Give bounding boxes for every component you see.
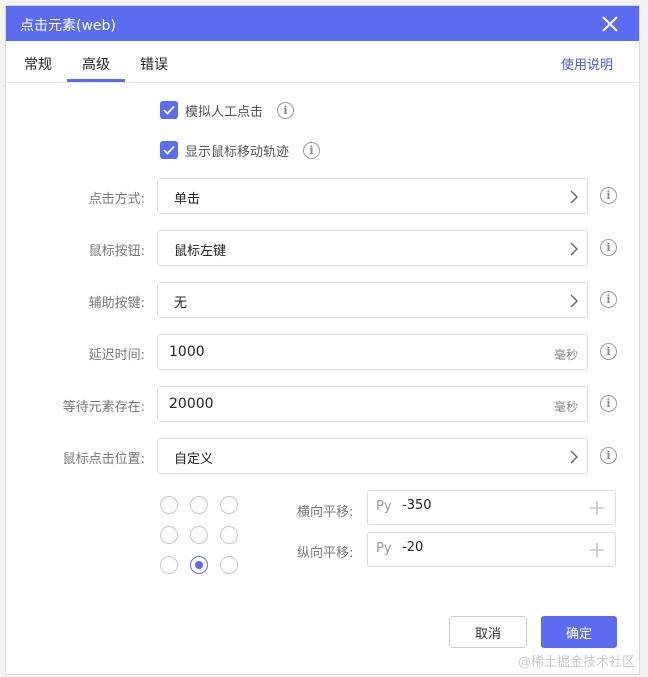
plus-icon[interactable]: [589, 542, 605, 558]
show-mouse-trail-row: 显示鼠标移动轨迹 i: [160, 140, 321, 160]
simulate-human-click-label: 模拟人工点击: [185, 104, 264, 120]
active-tab-indicator: [67, 79, 125, 82]
click-mode-value: 单击: [174, 192, 201, 207]
position-radio-top-right[interactable]: [220, 496, 238, 514]
info-icon[interactable]: i: [600, 187, 617, 204]
dialog-title: 点击元素(web): [20, 18, 116, 34]
ok-button[interactable]: 确定: [541, 616, 617, 648]
mouse-button-select[interactable]: 鼠标左键: [157, 230, 588, 266]
click-position-select[interactable]: 自定义: [157, 438, 588, 474]
close-icon[interactable]: [599, 13, 621, 35]
click-mode-label: 点击方式:: [88, 192, 145, 207]
click-element-dialog: 点击元素(web) 常规 高级 错误 使用说明 模拟人工点击 i 显示鼠标移动轨…: [5, 5, 640, 675]
position-radio-center[interactable]: [190, 526, 208, 544]
cancel-button[interactable]: 取消: [449, 616, 527, 648]
click-position-label: 鼠标点击位置:: [62, 452, 145, 467]
wait-element-label: 等待元素存在:: [62, 400, 145, 415]
show-mouse-trail-checkbox[interactable]: [160, 141, 178, 159]
horizontal-offset-label: 横向平移:: [297, 505, 354, 520]
horizontal-offset-prefix: Py: [376, 499, 392, 514]
vertical-offset-label: 纵向平移:: [297, 546, 354, 561]
mouse-button-value: 鼠标左键: [174, 244, 227, 259]
tab-error[interactable]: 错误: [140, 54, 168, 74]
check-icon: [163, 145, 175, 155]
horizontal-offset-value: -350: [402, 498, 432, 513]
info-icon[interactable]: i: [277, 101, 295, 119]
check-icon: [163, 105, 175, 115]
vertical-offset-input[interactable]: Py -20: [367, 532, 616, 567]
info-icon[interactable]: i: [600, 447, 617, 464]
info-icon[interactable]: i: [303, 141, 321, 159]
tab-bar: 常规 高级 错误 使用说明: [6, 41, 639, 83]
chevron-right-icon: [570, 242, 578, 256]
help-link[interactable]: 使用说明: [561, 54, 613, 73]
position-radio-bottom-center[interactable]: [190, 556, 208, 574]
simulate-human-click-checkbox[interactable]: [160, 101, 178, 119]
simulate-human-click-row: 模拟人工点击 i: [160, 100, 295, 120]
modifier-key-value: 无: [174, 296, 188, 311]
position-radio-bottom-right[interactable]: [220, 556, 238, 574]
delay-value: 1000: [169, 344, 205, 360]
delay-unit: 毫秒: [553, 348, 578, 362]
info-icon[interactable]: i: [600, 395, 617, 412]
modifier-key-label: 辅助按键:: [88, 296, 145, 311]
wait-element-unit: 毫秒: [553, 400, 578, 414]
info-icon[interactable]: i: [600, 239, 617, 256]
vertical-offset-value: -20: [402, 540, 424, 555]
delay-label: 延迟时间:: [88, 348, 145, 363]
tab-advanced[interactable]: 高级: [82, 54, 110, 74]
show-mouse-trail-label: 显示鼠标移动轨迹: [185, 144, 290, 160]
position-radio-middle-left[interactable]: [160, 526, 178, 544]
chevron-right-icon: [570, 190, 578, 204]
horizontal-offset-input[interactable]: Py -350: [367, 490, 616, 525]
info-icon[interactable]: i: [600, 343, 617, 360]
tab-general[interactable]: 常规: [24, 54, 52, 74]
vertical-offset-prefix: Py: [376, 541, 392, 556]
watermark: @稀土掘金技术社区: [517, 655, 635, 670]
delay-input[interactable]: 1000 毫秒: [157, 334, 588, 370]
position-radio-top-left[interactable]: [160, 496, 178, 514]
chevron-right-icon: [570, 450, 578, 464]
position-radio-bottom-left[interactable]: [160, 556, 178, 574]
wait-element-value: 20000: [169, 396, 214, 412]
position-radio-middle-right[interactable]: [220, 526, 238, 544]
position-radio-top-center[interactable]: [190, 496, 208, 514]
plus-icon[interactable]: [589, 500, 605, 516]
modifier-key-select[interactable]: 无: [157, 282, 588, 318]
mouse-button-label: 鼠标按钮:: [88, 244, 145, 259]
wait-element-input[interactable]: 20000 毫秒: [157, 386, 588, 422]
chevron-right-icon: [570, 294, 578, 308]
click-mode-select[interactable]: 单击: [157, 178, 588, 214]
click-position-value: 自定义: [174, 452, 214, 467]
info-icon[interactable]: i: [600, 291, 617, 308]
dialog-titlebar: 点击元素(web): [6, 6, 639, 41]
